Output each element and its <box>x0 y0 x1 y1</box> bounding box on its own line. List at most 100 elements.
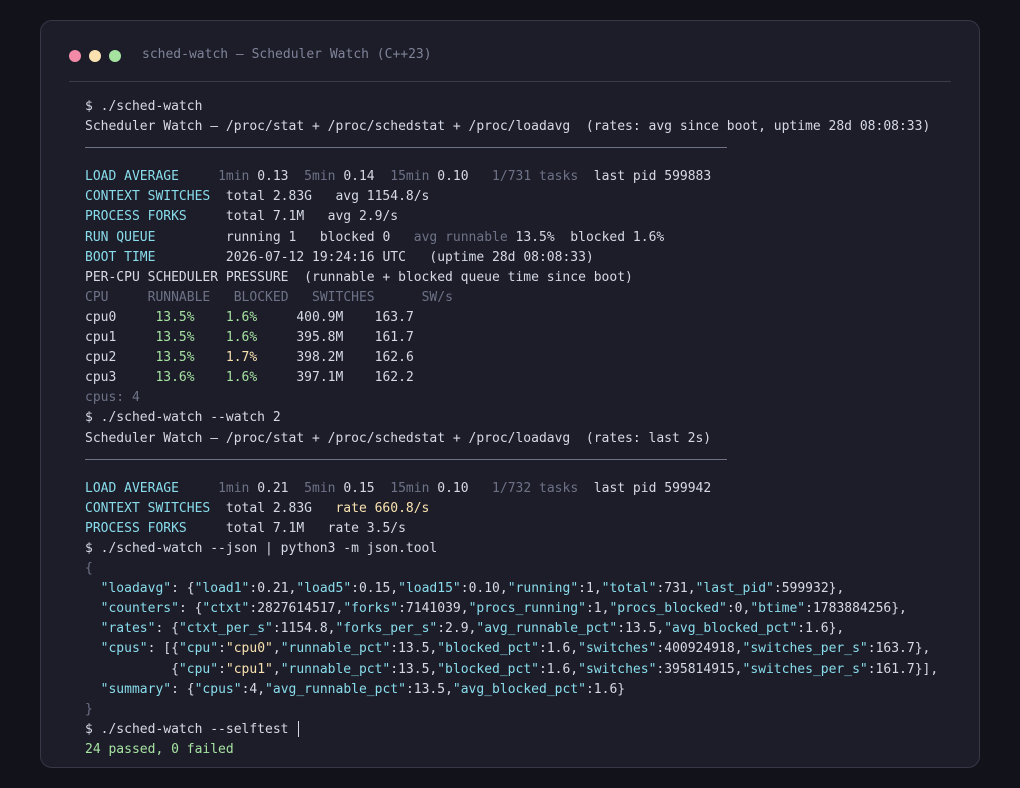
json-key: "avg_runnable_pct" <box>476 621 618 637</box>
terminal-output[interactable]: $ ./sched-watch Scheduler Watch — /proc/… <box>85 97 938 760</box>
json-value: "cpu1" <box>225 661 273 677</box>
json-value: :13.5, <box>390 641 438 657</box>
cpu-table-header: CPU RUNNABLE BLOCKED SWITCHES SW/s <box>85 288 938 308</box>
command-line[interactable]: $ ./sched-watch --selftest <box>85 720 938 740</box>
col-sws: SW/s <box>421 289 453 305</box>
cpu-switches: 398.2M <box>296 350 344 366</box>
cpu-sws: 162.2 <box>374 370 414 386</box>
process-forks-label: PROCESS FORKS <box>85 209 187 225</box>
process-forks-rate: rate 3.5/s <box>327 520 406 536</box>
minimize-window-button[interactable] <box>89 50 101 62</box>
json-key: "blocked_pct" <box>437 661 539 677</box>
load5-label: 5min <box>304 169 336 185</box>
load15-label: 15min <box>390 169 430 185</box>
cpu-blocked: 1.6% <box>225 309 258 325</box>
boot-time-value: 2026-07-12 19:24:16 UTC (uptime 28d 08:0… <box>225 249 594 265</box>
load-average-row: LOAD AVERAGE 1min 0.21 5min 0.15 15min 0… <box>85 479 938 499</box>
json-close-brace: } <box>85 701 93 717</box>
maximize-window-button[interactable] <box>109 50 121 62</box>
context-switches-rate: rate 660.8/s <box>335 500 430 516</box>
json-value: : <box>218 641 226 657</box>
divider-line <box>85 147 938 167</box>
json-body: "loadavg": {"load1":0.21,"load5":0.15,"l… <box>85 579 939 700</box>
load5-value: 0.15 <box>343 480 375 496</box>
process-forks-row: PROCESS FORKS total 7.1M rate 3.5/s <box>85 519 938 539</box>
col-runnable: RUNNABLE <box>147 289 211 305</box>
cpu-blocked: 1.6% <box>225 330 258 346</box>
load15-value: 0.10 <box>437 480 469 496</box>
cpu-switches: 395.8M <box>296 330 344 346</box>
json-value: :1.6} <box>585 681 626 697</box>
context-switches-row: CONTEXT SWITCHES total 2.83G avg 1154.8/… <box>85 187 938 207</box>
json-line: "cpus": [{"cpu":"cpu0","runnable_pct":13… <box>85 639 938 659</box>
json-key: "switches_per_s" <box>742 661 868 677</box>
json-value <box>85 641 101 656</box>
json-value: :400924918, <box>656 641 743 657</box>
cpus-count: cpus: 4 <box>85 390 140 406</box>
json-value: :395814915, <box>656 661 743 677</box>
json-value: : { <box>155 621 179 637</box>
json-value: :1154.8, <box>272 621 336 637</box>
rule <box>85 147 727 149</box>
json-value: :0, <box>726 601 751 617</box>
cpu-name: cpu3 <box>85 370 117 386</box>
table-row: cpu2 13.5% 1.7% 398.2M 162.6 <box>85 348 938 368</box>
context-switches-avg: avg 1154.8/s <box>335 189 430 205</box>
output-header: Scheduler Watch — /proc/stat + /proc/sch… <box>85 119 931 135</box>
json-value: :13.5, <box>617 621 665 637</box>
title-divider <box>69 81 951 82</box>
json-value: : { <box>171 581 195 597</box>
json-key: "forks_per_s" <box>335 621 438 637</box>
json-value: :13.5, <box>390 661 438 677</box>
load-average-label: LOAD AVERAGE <box>85 480 179 496</box>
divider-line <box>85 458 938 479</box>
cpu-name: cpu0 <box>85 309 117 325</box>
json-value: : { <box>178 601 203 617</box>
command-line: $ ./sched-watch --json | python3 -m json… <box>85 540 438 556</box>
json-key: "btime" <box>750 601 806 617</box>
json-value: :1, <box>578 581 602 597</box>
json-key: "cpus" <box>194 681 242 697</box>
boot-time-row: BOOT TIME 2026-07-12 19:24:16 UTC (uptim… <box>85 248 938 268</box>
context-switches-label: CONTEXT SWITCHES <box>85 500 211 516</box>
json-key: "procs_running" <box>468 601 586 617</box>
load15-value: 0.10 <box>437 169 469 185</box>
cpu-sws: 162.6 <box>374 350 414 366</box>
json-key: "switches" <box>578 641 657 657</box>
process-forks-total: total 7.1M <box>225 520 305 536</box>
load1-label: 1min <box>218 480 250 496</box>
json-value: :0.21, <box>249 581 297 597</box>
json-key: "ctxt_per_s" <box>178 621 273 637</box>
json-key: "runnable_pct" <box>280 661 391 677</box>
close-window-button[interactable] <box>69 50 81 62</box>
last-pid: last pid 599883 <box>593 169 712 185</box>
cpu-runnable: 13.5% <box>155 330 195 346</box>
json-value: :4, <box>241 681 266 697</box>
json-value <box>85 682 101 697</box>
json-value: :13.5, <box>405 681 453 697</box>
json-key: "procs_blocked" <box>609 601 727 617</box>
boot-time-label: BOOT TIME <box>85 249 156 265</box>
context-switches-total: total 2.83G <box>225 189 312 205</box>
col-switches: SWITCHES <box>312 289 375 305</box>
json-key: "loadavg" <box>100 581 172 597</box>
json-key: "cpu" <box>178 661 219 677</box>
json-value: : <box>218 661 226 677</box>
json-value: :1.6, <box>538 661 579 677</box>
load-average-label: LOAD AVERAGE <box>85 169 179 185</box>
json-value: , <box>272 641 281 657</box>
json-key: "counters" <box>100 601 179 617</box>
process-forks-avg: avg 2.9/s <box>327 209 399 225</box>
load15-label: 15min <box>390 480 430 496</box>
table-row: cpu0 13.5% 1.6% 400.9M 163.7 <box>85 308 938 328</box>
load5-label: 5min <box>304 480 336 496</box>
json-value: :163.7}, <box>867 641 931 657</box>
cpu-switches: 400.9M <box>296 309 344 325</box>
json-key: "avg_blocked_pct" <box>664 621 798 637</box>
json-key: "runnable_pct" <box>280 641 391 657</box>
cpu-runnable: 13.5% <box>155 309 195 325</box>
json-value <box>85 581 101 596</box>
table-row: cpu1 13.5% 1.6% 395.8M 161.7 <box>85 328 938 348</box>
run-queue-label: RUN QUEUE <box>85 229 156 245</box>
context-switches-total: total 2.83G <box>225 500 312 516</box>
